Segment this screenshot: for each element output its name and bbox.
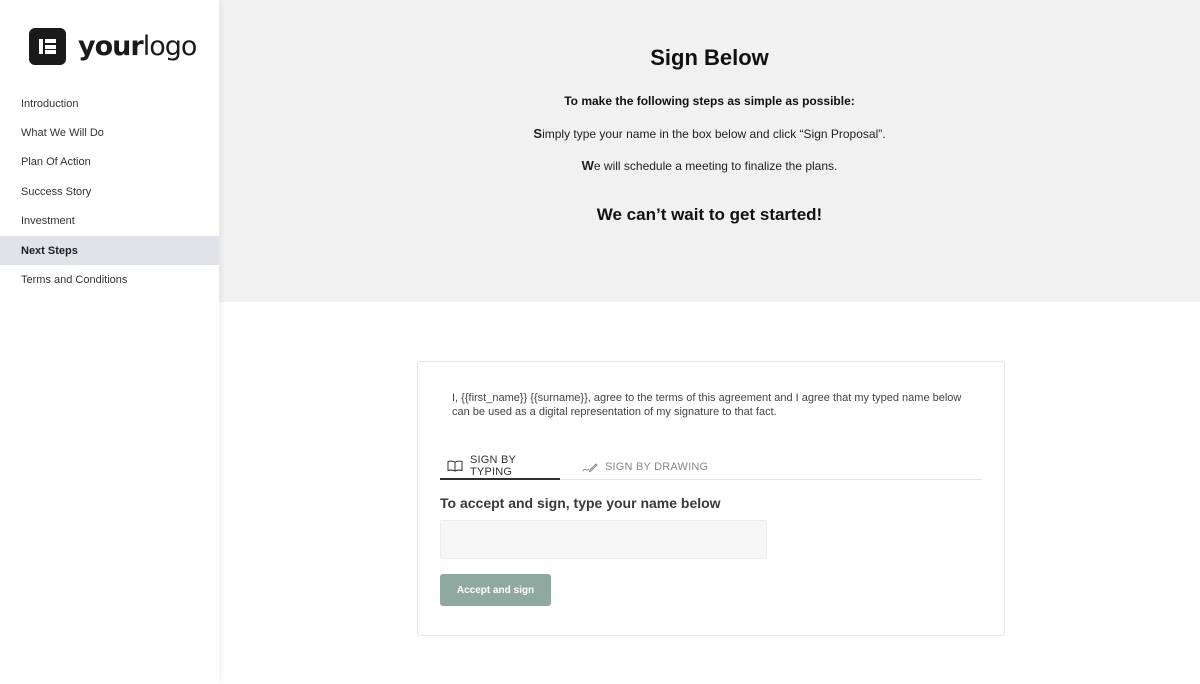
tab-sign-by-typing-label: SIGN BY TYPING xyxy=(470,454,516,478)
hero-step-2-text: e will schedule a meeting to finalize th… xyxy=(593,159,838,173)
sidebar-item-investment[interactable]: Investment xyxy=(0,207,219,236)
sidebar-item-plan-of-action[interactable]: Plan Of Action xyxy=(0,148,219,177)
book-icon xyxy=(447,460,463,472)
sidebar-nav: Introduction What We Will Do Plan Of Act… xyxy=(0,89,219,295)
hero-step-2-initial: W xyxy=(581,158,594,173)
sidebar-item-introduction[interactable]: Introduction xyxy=(0,89,219,118)
hero-step-2: We will schedule a meeting to finalize t… xyxy=(219,158,1200,173)
sidebar-item-what-we-will-do[interactable]: What We Will Do xyxy=(0,118,219,147)
logo-text-bold: your xyxy=(78,31,144,62)
tab-sign-by-drawing-label: SIGN BY DRAWING xyxy=(605,461,709,473)
sidebar: yourlogo Introduction What We Will Do Pl… xyxy=(0,0,219,684)
tab-sign-by-drawing[interactable]: SIGN BY DRAWING xyxy=(582,454,708,480)
tab-sign-by-typing[interactable]: SIGN BY TYPING xyxy=(440,454,560,480)
logo-text-regular: logo xyxy=(142,31,198,62)
sidebar-item-terms-and-conditions[interactable]: Terms and Conditions xyxy=(0,265,219,294)
signature-card: I, {{first_name}} {{surname}}, agree to … xyxy=(417,361,1005,636)
sign-instruction: To accept and sign, type your name below xyxy=(440,495,721,511)
elementor-icon xyxy=(29,28,66,65)
logo[interactable]: yourlogo xyxy=(29,28,198,65)
sidebar-item-success-story[interactable]: Success Story xyxy=(0,177,219,206)
accept-and-sign-button[interactable]: Accept and sign xyxy=(440,574,551,606)
agreement-text: I, {{first_name}} {{surname}}, agree to … xyxy=(452,392,962,418)
sidebar-item-next-steps[interactable]: Next Steps xyxy=(0,235,219,266)
hero-step-1-initial: S xyxy=(533,126,543,141)
hero-intro: To make the following steps as simple as… xyxy=(564,94,855,108)
logo-text: yourlogo xyxy=(78,31,198,62)
pen-signature-icon xyxy=(582,461,598,473)
name-input[interactable] xyxy=(440,520,767,559)
page-title: Sign Below xyxy=(650,45,769,70)
signature-tabs: SIGN BY TYPING SIGN BY DRAWING xyxy=(440,454,982,480)
hero-step-1-text: imply type your name in the box below an… xyxy=(542,127,886,141)
hero-closing: We can’t wait to get started! xyxy=(596,205,823,224)
hero-section: Sign Below To make the following steps a… xyxy=(219,0,1200,302)
hero-step-1: Simply type your name in the box below a… xyxy=(219,126,1200,141)
